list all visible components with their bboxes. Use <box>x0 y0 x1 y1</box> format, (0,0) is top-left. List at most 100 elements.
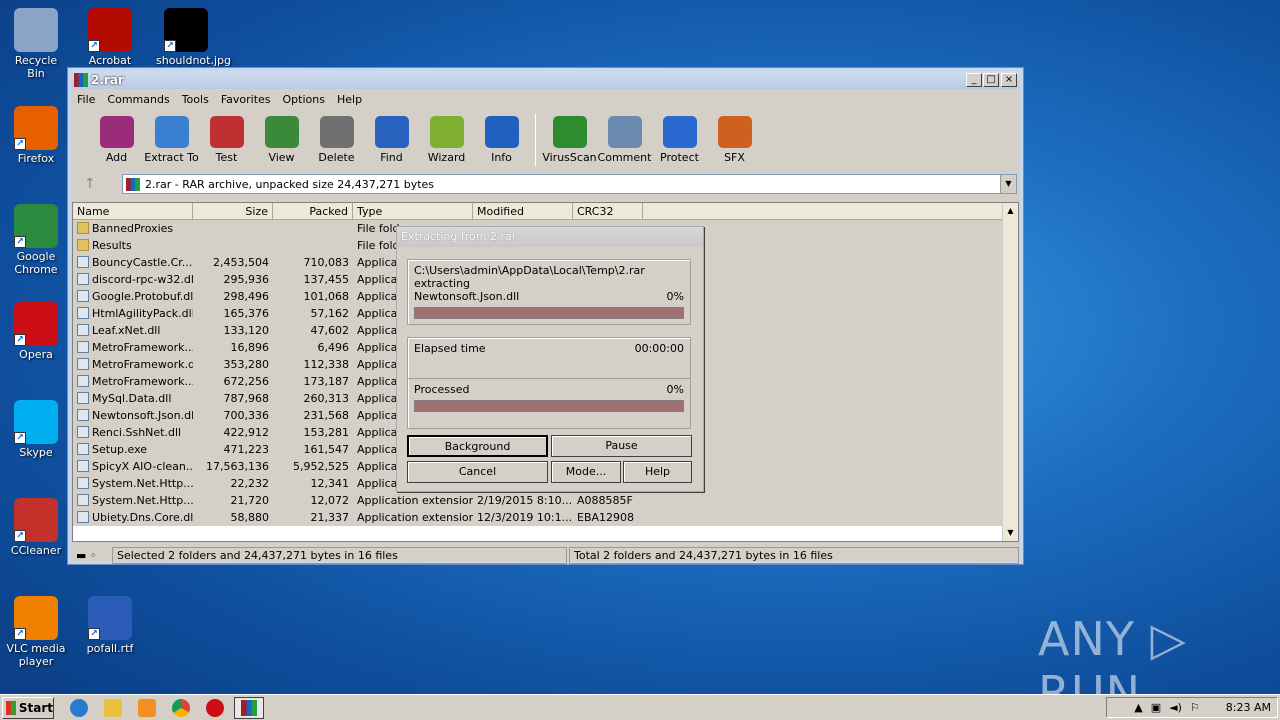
column-name[interactable]: Name <box>73 203 193 219</box>
delete-button[interactable]: Delete <box>309 110 364 164</box>
vertical-scrollbar[interactable]: ▲ ▼ <box>1002 203 1018 541</box>
desktop-shouldnot-jpg[interactable]: ↗ shouldnot.jpg <box>156 8 231 67</box>
pause-button[interactable]: Pause <box>551 435 692 457</box>
opera-icon[interactable] <box>206 698 224 717</box>
desktop-google-chrome[interactable]: ↗ Google Chrome <box>6 204 66 276</box>
background-button[interactable]: Background <box>407 435 548 457</box>
clock[interactable]: 8:23 AM <box>1226 701 1271 714</box>
file-type: Application extension <box>357 494 473 507</box>
column-crc32[interactable]: CRC32 <box>573 203 643 219</box>
system-tray: ▲ ▣ ◄) ⚐ 8:23 AM <box>1106 697 1278 718</box>
file-packed: 112,338 <box>303 358 350 371</box>
desktop-opera[interactable]: ↗ Opera <box>6 302 66 361</box>
file-packed: 101,068 <box>303 290 350 303</box>
info-button[interactable]: Info <box>474 110 529 164</box>
add-button[interactable]: Add <box>89 110 144 164</box>
file-name-cell: MySql.Data.dll <box>73 392 193 405</box>
file-name: Renci.SshNet.dll <box>92 426 182 439</box>
desktop-label: Firefox <box>17 152 55 165</box>
file-size: 133,120 <box>223 324 270 337</box>
network-icon[interactable]: ▣ <box>1151 701 1161 714</box>
file-icon <box>77 409 89 421</box>
file-name: Ubiety.Dns.Core.dll <box>92 511 193 524</box>
file-name-cell: Google.Protobuf.dll <box>73 290 193 303</box>
table-row[interactable]: Ubiety.Dns.Core.dll 58,880 21,337 Applicati… <box>73 509 1018 526</box>
menu-favorites[interactable]: Favorites <box>215 93 277 106</box>
view-label: View <box>268 151 295 164</box>
test-button[interactable]: Test <box>199 110 254 164</box>
cancel-button[interactable]: Cancel <box>407 461 548 483</box>
shortcut-arrow-icon: ↗ <box>88 628 100 640</box>
minimize-button[interactable]: _ <box>966 73 982 87</box>
skype-icon: ↗ <box>14 400 58 444</box>
total-progress-bar <box>414 400 684 412</box>
file-name: BannedProxies <box>92 222 174 235</box>
desktop-firefox[interactable]: ↗ Firefox <box>6 106 66 165</box>
view-button[interactable]: View <box>254 110 309 164</box>
show-hidden-icon[interactable]: ▲ <box>1134 701 1142 714</box>
file-name-cell: BouncyCastle.Cr... <box>73 256 193 269</box>
desktop-label: VLC media player <box>6 642 66 668</box>
table-row[interactable]: System.Net.Http... 21,720 12,072 Applicatio… <box>73 492 1018 509</box>
ie-icon[interactable] <box>70 698 88 717</box>
shortcut-arrow-icon: ↗ <box>14 334 26 346</box>
menu-file[interactable]: File <box>71 93 101 106</box>
chrome-icon[interactable] <box>172 698 190 717</box>
column-packed[interactable]: Packed <box>273 203 353 219</box>
maximize-button[interactable]: □ <box>983 73 999 87</box>
title-bar[interactable]: 2.rar _ □ × <box>71 71 1020 89</box>
find-button[interactable]: Find <box>364 110 419 164</box>
menu-options[interactable]: Options <box>277 93 331 106</box>
opera-icon: ↗ <box>14 302 58 346</box>
window-title: 2.rar <box>91 73 124 87</box>
flag-icon[interactable]: ⚐ <box>1190 701 1200 714</box>
volume-icon[interactable]: ◄) <box>1169 701 1182 714</box>
mode-button[interactable]: Mode... <box>551 461 621 483</box>
delete-icon <box>319 116 354 148</box>
desktop-acrobat[interactable]: ↗ Acrobat <box>80 8 140 67</box>
file-name: System.Net.Http... <box>92 494 193 507</box>
virusscan-icon <box>552 116 587 148</box>
desktop-label: Recycle Bin <box>14 54 58 80</box>
column-type[interactable]: Type <box>353 203 473 219</box>
file-name: Results <box>92 239 132 252</box>
up-arrow-icon[interactable]: ↑ <box>84 176 96 192</box>
virusscan-button[interactable]: VirusScan <box>542 110 597 164</box>
sfx-button[interactable]: SFX <box>707 110 762 164</box>
close-button[interactable]: × <box>1001 73 1017 87</box>
dropdown-arrow-icon[interactable]: ▼ <box>1000 175 1016 193</box>
extract-to-button[interactable]: Extract To <box>144 110 199 164</box>
info-label: Info <box>491 151 512 164</box>
menu-help[interactable]: Help <box>331 93 368 106</box>
desktop-recycle-bin[interactable]: Recycle Bin <box>6 8 66 80</box>
wizard-button[interactable]: Wizard <box>419 110 474 164</box>
shortcut-arrow-icon: ↗ <box>14 628 26 640</box>
desktop-skype[interactable]: ↗ Skype <box>6 400 66 459</box>
column-size[interactable]: Size <box>193 203 273 219</box>
drive-icon: ▬ ◦ <box>76 548 97 562</box>
file-packed: 137,455 <box>303 273 350 286</box>
desktop-label: Opera <box>19 348 53 361</box>
desktop-ccleaner[interactable]: ↗ CCleaner <box>6 498 66 557</box>
help-button[interactable]: Help <box>623 461 692 483</box>
desktop-pofall[interactable]: ↗ pofall.rtf <box>80 596 140 655</box>
file-icon <box>77 375 89 387</box>
column-modified[interactable]: Modified <box>473 203 573 219</box>
explorer-icon[interactable] <box>104 698 122 717</box>
media-player-icon[interactable] <box>138 698 156 717</box>
current-file: Newtonsoft.Json.dll <box>414 290 520 303</box>
scroll-down-arrow-icon[interactable]: ▼ <box>1003 525 1018 541</box>
file-name: HtmlAgilityPack.dll <box>92 307 193 320</box>
file-name-cell: HtmlAgilityPack.dll <box>73 307 193 320</box>
desktop-vlc[interactable]: ↗ VLC media player <box>6 596 66 668</box>
protect-button[interactable]: Protect <box>652 110 707 164</box>
scroll-up-arrow-icon[interactable]: ▲ <box>1003 203 1018 219</box>
desktop-label: Skype <box>19 446 53 459</box>
menu-tools[interactable]: Tools <box>176 93 215 106</box>
comment-button[interactable]: Comment <box>597 110 652 164</box>
menu-commands[interactable]: Commands <box>101 93 175 106</box>
extract-dialog: Extracting from 2.rar C:\Users\admin\App… <box>396 226 704 492</box>
address-field[interactable]: 2.rar - RAR archive, unpacked size 24,43… <box>122 174 1017 194</box>
start-button[interactable]: Start <box>2 696 54 719</box>
winrar-taskbar-icon[interactable] <box>234 696 264 719</box>
